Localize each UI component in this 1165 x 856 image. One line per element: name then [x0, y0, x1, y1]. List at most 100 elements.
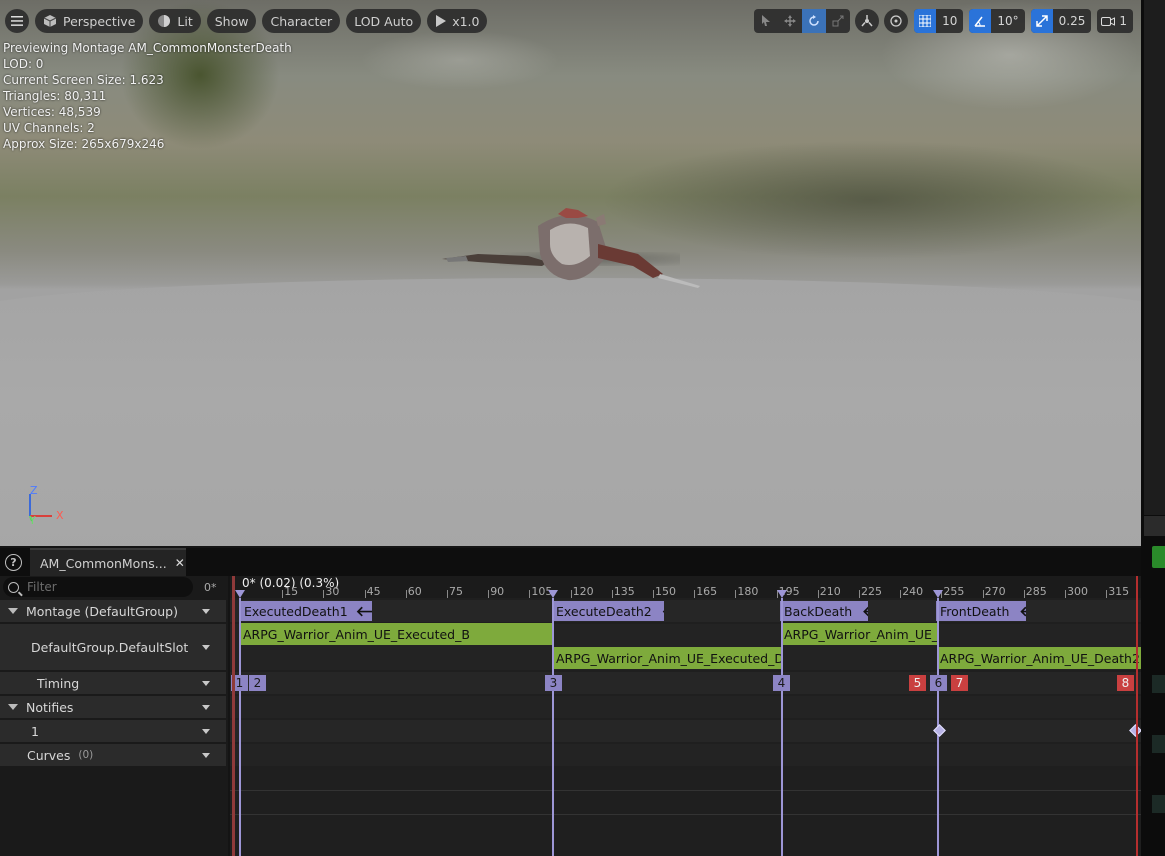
- ruler-tick: [447, 590, 448, 598]
- ruler-tick-label: 255: [943, 585, 965, 598]
- tree-row-notifies[interactable]: Notifies: [0, 696, 226, 718]
- timing-marker[interactable]: 7: [951, 675, 968, 691]
- camera-speed-value[interactable]: 1: [1119, 14, 1133, 28]
- dropdown-icon[interactable]: [202, 680, 210, 686]
- dropdown-icon[interactable]: [202, 644, 210, 650]
- scale-mode-button[interactable]: [826, 9, 850, 33]
- edge-item[interactable]: [1152, 735, 1165, 753]
- playhead-start[interactable]: [232, 576, 235, 856]
- ruler-tick-label: 135: [613, 585, 635, 598]
- viewport-menu-button[interactable]: [5, 9, 29, 33]
- grid-snap-control[interactable]: 10: [914, 9, 964, 33]
- section-backdeath[interactable]: BackDeath 🡐: [780, 601, 868, 621]
- camera-speed-control[interactable]: 1: [1097, 9, 1133, 33]
- perspective-button[interactable]: Perspective: [35, 9, 144, 33]
- translate-mode-button[interactable]: [778, 9, 802, 33]
- section-executedeath2[interactable]: ExecuteDeath2 🡐: [552, 601, 664, 621]
- scale-snap-value[interactable]: 0.25: [1053, 14, 1092, 28]
- tree-row-montage[interactable]: Montage (DefaultGroup): [0, 600, 226, 622]
- section-frontdeath[interactable]: FrontDeath 🡐: [936, 601, 1026, 621]
- surface-snap-icon: [890, 15, 902, 27]
- panel-tab-bar: ? AM_CommonMons... ✕: [0, 548, 1141, 576]
- timing-marker[interactable]: 3: [545, 675, 562, 691]
- ruler-tick: [900, 590, 902, 598]
- rotation-snap-value[interactable]: 10°: [991, 14, 1024, 28]
- notifies-label: Notifies: [26, 699, 74, 715]
- montage-tab[interactable]: AM_CommonMons... ✕: [30, 548, 186, 576]
- dropdown-icon[interactable]: [202, 704, 210, 710]
- edge-green-button[interactable]: [1152, 546, 1165, 568]
- dropdown-icon[interactable]: [202, 608, 210, 614]
- montage-panel: ? AM_CommonMons... ✕ Filter 0* Montage (…: [0, 548, 1141, 856]
- section-executeddeath1[interactable]: ExecutedDeath1 🡐 ⟲: [240, 601, 372, 621]
- tree-row-curves[interactable]: Curves (0): [0, 744, 226, 766]
- help-icon[interactable]: ?: [5, 553, 22, 571]
- playhead-end[interactable]: [1136, 576, 1138, 856]
- close-tab-icon[interactable]: ✕: [175, 556, 185, 570]
- filter-input[interactable]: Filter: [3, 577, 193, 597]
- expand-arrow-icon[interactable]: [8, 608, 18, 614]
- edge-item[interactable]: [1152, 675, 1165, 693]
- move-icon: [784, 15, 797, 27]
- world-icon: [861, 15, 873, 27]
- arrow-left-icon[interactable]: 🡐: [356, 603, 372, 620]
- anim-clip-executed-b[interactable]: ARPG_Warrior_Anim_UE_Executed_B: [240, 623, 553, 645]
- viewport[interactable]: Perspective Lit Show Character LOD Auto …: [0, 0, 1141, 546]
- arrow-left-icon[interactable]: 🡐: [662, 603, 664, 620]
- grid-snap-icon[interactable]: [914, 9, 937, 33]
- arrow-left-icon[interactable]: 🡐: [862, 603, 868, 620]
- character-button[interactable]: Character: [262, 9, 341, 33]
- dropdown-icon[interactable]: [202, 752, 210, 758]
- rotation-snap-control[interactable]: 10°: [969, 9, 1025, 33]
- section-marker-handle[interactable]: [548, 590, 558, 598]
- section-marker-handle[interactable]: [777, 590, 787, 598]
- curves-label: Curves: [27, 747, 71, 763]
- anim-clip-death2[interactable]: ARPG_Warrior_Anim_UE_Death2: [937, 647, 1141, 669]
- playback-speed-button[interactable]: x1.0: [427, 9, 488, 33]
- ruler-tick: [529, 590, 531, 598]
- scale-snap-icon[interactable]: [1030, 9, 1053, 33]
- timing-marker[interactable]: 5: [909, 675, 926, 691]
- arrow-left-icon[interactable]: 🡐: [1019, 603, 1026, 620]
- section-marker-handle[interactable]: [933, 590, 943, 598]
- tree-row-timing[interactable]: Timing: [0, 672, 226, 694]
- time-ruler[interactable]: 0* (0.02) (0.3%) 15 30 45 60 75 90 105 120 135 15…: [230, 576, 1141, 598]
- tree-row-notify-track[interactable]: 1: [0, 720, 226, 742]
- details-panel-edge: [1141, 0, 1165, 856]
- section-marker[interactable]: [552, 598, 554, 856]
- select-mode-button[interactable]: [754, 9, 778, 33]
- section-marker-handle[interactable]: [235, 590, 245, 598]
- show-button[interactable]: Show: [206, 9, 257, 33]
- dropdown-icon[interactable]: [202, 728, 210, 734]
- angle-snap-icon[interactable]: [969, 9, 992, 33]
- section-label: ExecuteDeath2: [556, 603, 652, 619]
- section-label: FrontDeath: [940, 603, 1010, 619]
- lod-label: LOD Auto: [354, 13, 414, 29]
- tree-row-slot[interactable]: DefaultGroup.DefaultSlot: [0, 624, 226, 670]
- grid-snap-value[interactable]: 10: [936, 14, 963, 28]
- section-label: ExecutedDeath1: [244, 603, 348, 619]
- rotate-mode-button[interactable]: [802, 9, 827, 33]
- clip-label: ARPG_Warrior_Anim_UE_D: [784, 626, 938, 642]
- lit-button[interactable]: Lit: [149, 9, 201, 33]
- anim-clip-d[interactable]: ARPG_Warrior_Anim_UE_D: [781, 623, 938, 645]
- lod-button[interactable]: LOD Auto: [346, 9, 422, 33]
- section-label: BackDeath: [784, 603, 853, 619]
- edge-tab[interactable]: [1144, 516, 1165, 536]
- anim-clip-executed-death[interactable]: ARPG_Warrior_Anim_UE_Executed_Dea: [553, 647, 782, 669]
- section-marker[interactable]: [239, 598, 241, 856]
- surface-snap-toggle[interactable]: [884, 9, 909, 33]
- scale-snap-control[interactable]: 0.25: [1030, 9, 1092, 33]
- timing-marker[interactable]: 8: [1117, 675, 1134, 691]
- section-marker[interactable]: [781, 598, 783, 856]
- timing-marker[interactable]: 4: [773, 675, 790, 691]
- timing-marker[interactable]: 6: [930, 675, 947, 691]
- edge-item[interactable]: [1152, 795, 1165, 813]
- expand-arrow-icon[interactable]: [8, 704, 18, 710]
- timeline-tracks[interactable]: 0* (0.02) (0.3%) 15 30 45 60 75 90 105 120 135 15…: [230, 576, 1141, 856]
- timing-marker[interactable]: 2: [249, 675, 266, 691]
- show-label: Show: [214, 13, 249, 29]
- ruler-tick: [817, 590, 819, 598]
- vertices-text: Vertices: 48,539: [3, 105, 101, 119]
- world-local-toggle[interactable]: [855, 9, 880, 33]
